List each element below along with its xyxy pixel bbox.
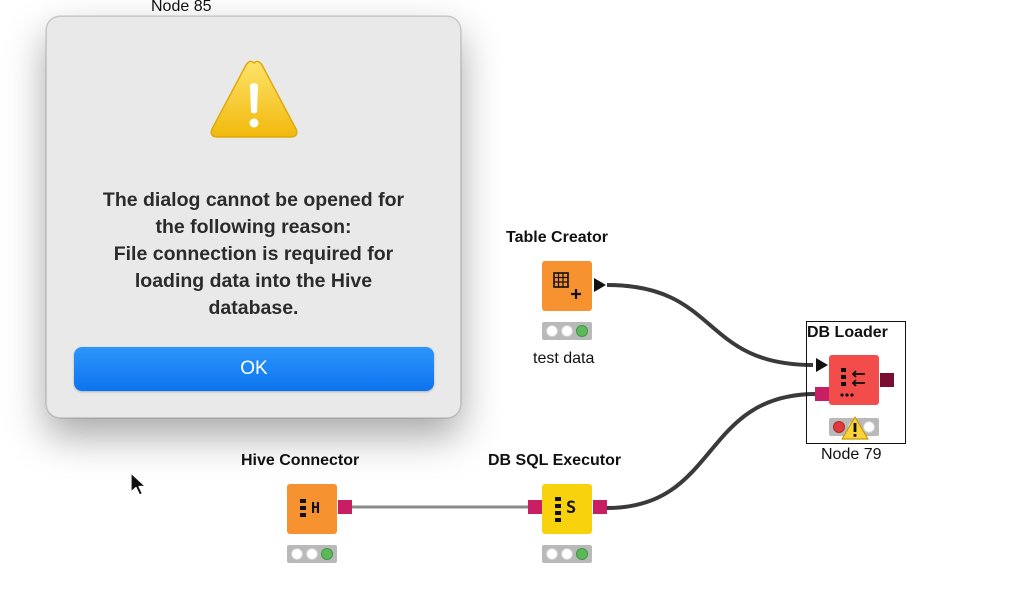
mouse-cursor-icon xyxy=(130,472,147,496)
db-loader-icon xyxy=(840,368,865,397)
connection-sql-executor-to-db-loader xyxy=(606,392,817,510)
status-light-red xyxy=(291,548,303,560)
warning-badge-icon[interactable] xyxy=(841,416,869,440)
hive-letter: H xyxy=(311,499,321,517)
node-status-lights xyxy=(542,545,592,563)
status-light-green xyxy=(576,548,588,560)
status-light-yellow xyxy=(561,548,573,560)
node-annotation: Node 79 xyxy=(821,446,882,463)
input-data-port[interactable] xyxy=(816,358,828,372)
dialog-message-line: database. xyxy=(208,297,299,319)
node-status-lights xyxy=(542,322,592,340)
dialog-message-line: the following reason: xyxy=(155,216,352,238)
status-light-yellow xyxy=(306,548,318,560)
output-db-port[interactable] xyxy=(593,500,607,514)
node-title: Hive Connector xyxy=(241,452,360,469)
status-light-yellow xyxy=(561,325,573,337)
node-body[interactable]: S xyxy=(542,484,592,534)
node-status-lights xyxy=(287,545,337,563)
output-data-port[interactable] xyxy=(594,278,606,292)
status-light-red xyxy=(546,325,558,337)
status-light-green xyxy=(576,325,588,337)
dialog-message-line: File connection is required for xyxy=(113,243,394,265)
node-title: Table Creator xyxy=(506,229,608,246)
sql-letter: S xyxy=(566,498,577,518)
status-light-green xyxy=(321,548,333,560)
status-light-red xyxy=(546,548,558,560)
input-db-port[interactable] xyxy=(528,500,542,514)
ok-button[interactable]: OK xyxy=(74,347,434,391)
warning-icon xyxy=(210,60,298,138)
output-db-port[interactable] xyxy=(880,373,894,387)
node-body[interactable] xyxy=(829,355,879,405)
alert-dialog: The dialog cannot be opened for the foll… xyxy=(46,16,461,418)
output-db-port[interactable] xyxy=(338,500,352,514)
dialog-message-line: The dialog cannot be opened for xyxy=(102,189,405,211)
node-annotation: test data xyxy=(533,350,595,367)
node-title: DB SQL Executor xyxy=(488,452,622,469)
input-db-port[interactable] xyxy=(815,387,829,401)
node-body[interactable]: H xyxy=(287,484,337,534)
node-title: DB Loader xyxy=(807,324,888,341)
connection-table-creator-to-db-loader xyxy=(606,283,814,367)
node-85-label: Node 85 xyxy=(151,0,212,15)
dialog-message-line: loading data into the Hive xyxy=(134,270,373,292)
table-plus-icon xyxy=(553,272,581,299)
node-body[interactable] xyxy=(542,261,592,311)
dialog-message: The dialog cannot be opened for the foll… xyxy=(67,187,440,322)
